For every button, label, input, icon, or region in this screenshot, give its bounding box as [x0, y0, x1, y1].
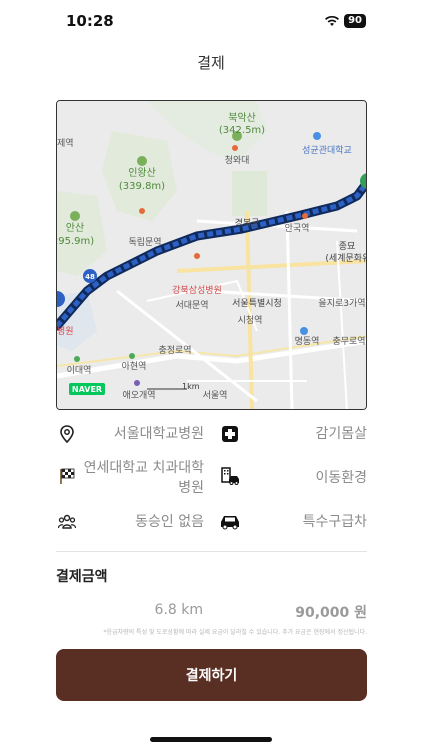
svg-text:아현역: 아현역 — [122, 361, 147, 372]
svg-text:병원: 병원 — [57, 326, 74, 337]
mobility-text: 이동환경 — [315, 470, 367, 486]
svg-text:애오개역: 애오개역 — [122, 390, 155, 401]
payment-title: 결제금액 — [56, 569, 108, 585]
svg-text:이대역: 이대역 — [67, 365, 92, 376]
svg-text:제역: 제역 — [57, 138, 74, 149]
svg-text:충정로역: 충정로역 — [158, 345, 191, 356]
payment-note: *응급차량의 특성 및 도로상황에 따라 실제 요금이 달라질 수 있습니다. … — [103, 629, 367, 636]
route-map[interactable]: 48 북악산 (342.5m) 성균관대학교 청와대 제역 인왕산 (339.8… — [56, 100, 367, 410]
svg-text:충무로역: 충무로역 — [332, 336, 365, 347]
svg-text:청와대: 청와대 — [225, 154, 250, 166]
svg-text:종묘: 종묘 — [339, 241, 356, 252]
condition-text: 감기몸살 — [315, 426, 367, 442]
info-row-origin: 서울대학교병원 감기몸살 — [56, 418, 367, 454]
svg-text:인왕산: 인왕산 — [128, 167, 156, 179]
wifi-icon — [325, 15, 340, 26]
svg-text:서울특별시청: 서울특별시청 — [232, 298, 282, 309]
distance-value: 6.8 km — [154, 602, 203, 618]
svg-text:을지로3가역: 을지로3가역 — [318, 298, 365, 309]
info-row-companion: 동승인 없음 특수구급차 — [56, 506, 367, 542]
vehicle-text: 특수구급차 — [302, 514, 367, 530]
page-title: 결제 — [197, 54, 225, 72]
info-row-destination: 연세대학교 치과대학병원 이동환경 — [56, 458, 367, 502]
svg-text:(342.5m): (342.5m) — [219, 125, 265, 136]
svg-text:295.9m): 295.9m) — [57, 236, 94, 247]
svg-text:성균관대학교: 성균관대학교 — [302, 145, 352, 156]
map-scale: 1km — [182, 382, 200, 391]
route-number-label: 48 — [85, 273, 95, 281]
people-icon — [56, 511, 78, 533]
status-bar: 10:28 90 — [0, 0, 422, 44]
svg-text:서울역: 서울역 — [203, 390, 228, 401]
checkered-flag-icon — [56, 465, 78, 487]
location-pin-icon — [56, 423, 78, 445]
medical-cross-icon — [219, 423, 241, 445]
map-label-bugaksan: 북악산 — [228, 112, 256, 124]
destination-text: 연세대학교 치과대학병원 — [83, 460, 204, 496]
companion-text: 동승인 없음 — [135, 514, 204, 530]
battery-indicator: 90 — [344, 14, 366, 28]
status-time: 10:28 — [66, 12, 114, 30]
svg-text:서대문역: 서대문역 — [175, 300, 208, 311]
svg-text:경복궁: 경복궁 — [235, 217, 260, 229]
svg-text:시청역: 시청역 — [238, 315, 263, 326]
status-icons: 90 — [324, 14, 366, 28]
svg-text:독립문역: 독립문역 — [128, 237, 161, 248]
svg-text:안국역: 안국역 — [285, 223, 310, 234]
pay-button[interactable]: 결제하기 — [56, 649, 367, 701]
car-icon — [219, 511, 241, 533]
svg-text:강북삼성병원: 강북삼성병원 — [172, 285, 222, 296]
home-indicator — [150, 737, 272, 742]
amount-value: 90,000 원 — [295, 605, 367, 621]
building-car-icon — [219, 465, 241, 487]
section-divider — [56, 551, 367, 552]
svg-text:NAVER: NAVER — [72, 385, 102, 394]
svg-text:명동역: 명동역 — [295, 336, 320, 347]
svg-text:안산: 안산 — [66, 222, 84, 234]
origin-text: 서울대학교병원 — [113, 426, 204, 442]
svg-text:(339.8m): (339.8m) — [119, 181, 165, 192]
svg-text:(세계문화유산: (세계문화유산 — [325, 252, 367, 264]
